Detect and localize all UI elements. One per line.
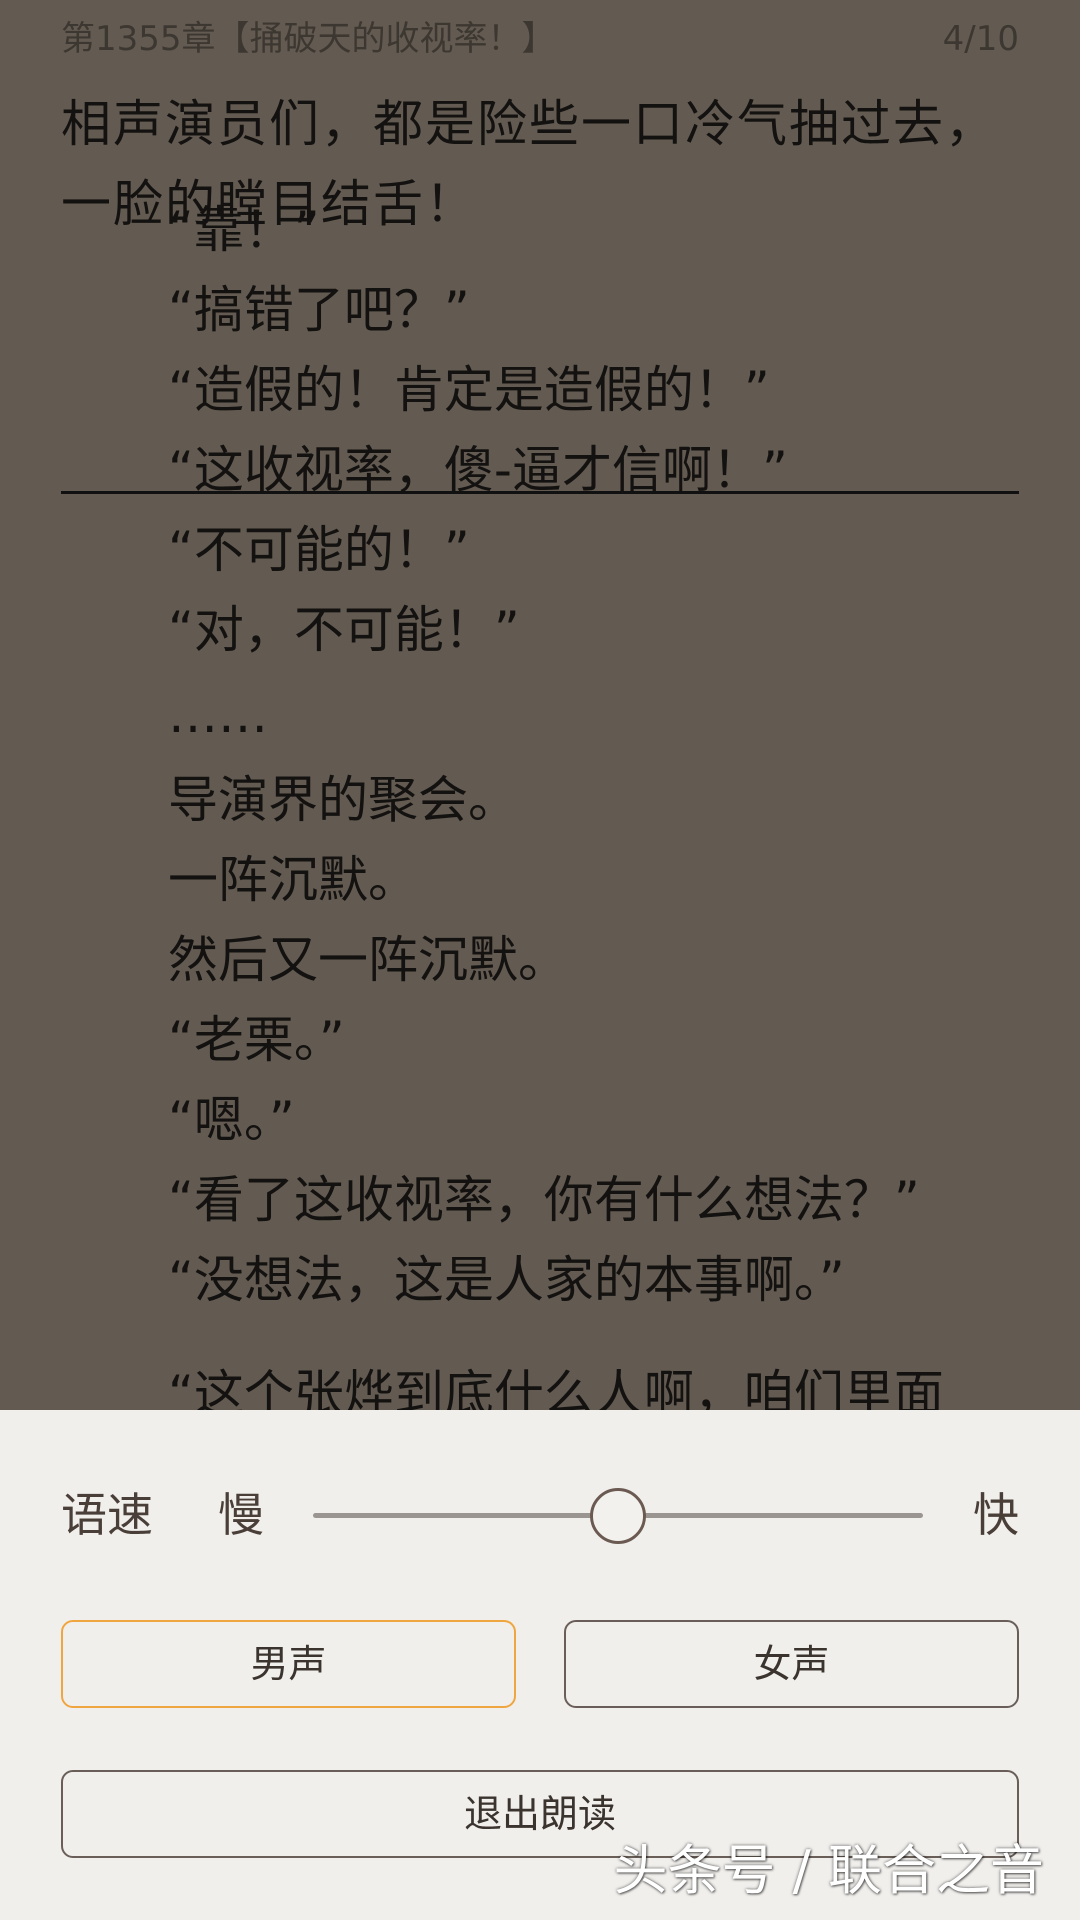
chapter-title: 第1355章【捅破天的收视率！】 [61,19,556,59]
paragraph: 导演界的聚会。 [168,771,518,829]
paragraph: 然后又一阵沉默。 [168,931,568,989]
paragraph: “靠！” [168,201,320,259]
paragraph: “老栗。” [168,1011,345,1069]
paragraph: “嗯。” [168,1091,295,1149]
paragraph: “搞错了吧？” [168,281,470,339]
male-voice-button[interactable]: 男声 [61,1620,516,1708]
paragraph: “不可能的！” [168,521,470,579]
paragraph: “看了这收视率，你有什么想法？” [168,1171,920,1229]
speech-speed-row: 语速 慢 快 [61,1470,1019,1560]
female-voice-button[interactable]: 女声 [564,1620,1019,1708]
paragraph: “对，不可能！” [168,601,520,659]
paragraph: 一阵沉默。 [168,851,418,909]
fast-label: 快 [973,1488,1019,1542]
reader-page[interactable]: 第1355章【捅破天的收视率！】 4/10 相声演员们，都是险些一口冷气抽过去，… [0,0,1080,1410]
paragraph: “造假的！肯定是造假的！” [168,361,770,419]
paragraph: “这个张烨到底什么人啊，咱们里面 [168,1365,944,1410]
watermark: 头条号 / 联合之音 [613,1839,1044,1902]
paragraph: “这收视率，傻-逼才信啊！” [168,441,788,499]
page-indicator: 4/10 [942,19,1019,59]
paragraph: …… [168,686,268,744]
speed-slider-thumb[interactable] [590,1487,646,1544]
slow-label: 慢 [218,1488,264,1542]
speed-label: 语速 [61,1488,153,1542]
reader-header: 第1355章【捅破天的收视率！】 4/10 [61,14,1019,64]
paragraph: “没想法，这是人家的本事啊。” [168,1251,845,1309]
speed-slider[interactable] [313,1487,923,1544]
